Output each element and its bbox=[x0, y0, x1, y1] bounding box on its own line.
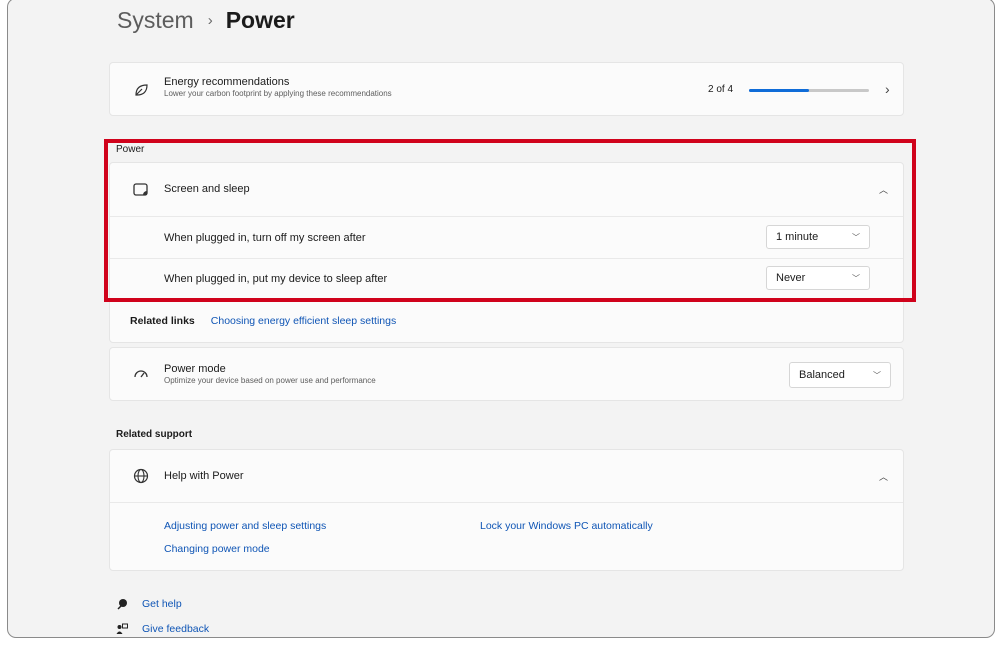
help-with-power-expander: Help with Power ︿ Adjusting power and sl… bbox=[109, 449, 904, 571]
screen-off-row: When plugged in, turn off my screen afte… bbox=[110, 217, 903, 258]
energy-progress-fill bbox=[749, 89, 809, 92]
screen-off-value: 1 minute bbox=[776, 231, 819, 243]
power-mode-card: Power mode Optimize your device based on… bbox=[109, 347, 904, 401]
page-title: System › Power bbox=[117, 7, 295, 34]
settings-window: System › Power Energy recommendations Lo… bbox=[7, 0, 995, 638]
energy-sleep-settings-link[interactable]: Choosing energy efficient sleep settings bbox=[211, 315, 396, 327]
energy-subtitle: Lower your carbon footprint by applying … bbox=[164, 89, 392, 98]
chevron-right-icon[interactable]: › bbox=[885, 81, 890, 97]
screen-off-label: When plugged in, turn off my screen afte… bbox=[164, 232, 366, 244]
related-support-label: Related support bbox=[116, 429, 193, 440]
give-feedback-link[interactable]: Give feedback bbox=[142, 623, 209, 635]
chevron-down-icon: ﹀ bbox=[852, 232, 860, 242]
globe-icon bbox=[132, 467, 150, 485]
energy-progress-bar bbox=[749, 89, 869, 92]
get-help-icon bbox=[115, 597, 129, 611]
related-links-label: Related links bbox=[130, 315, 195, 327]
give-feedback-row[interactable]: Give feedback bbox=[115, 622, 209, 636]
help-link-adjusting-power[interactable]: Adjusting power and sleep settings bbox=[164, 520, 326, 532]
chevron-down-icon: ﹀ bbox=[873, 370, 881, 380]
power-mode-subtitle: Optimize your device based on power use … bbox=[164, 376, 376, 385]
related-links-row: Related links Choosing energy efficient … bbox=[130, 315, 396, 327]
screen-sleep-expander: Screen and sleep ︿ When plugged in, turn… bbox=[109, 162, 904, 343]
chevron-down-icon: ﹀ bbox=[852, 273, 860, 283]
get-help-link[interactable]: Get help bbox=[142, 598, 182, 610]
help-title: Help with Power bbox=[164, 470, 244, 482]
get-help-row[interactable]: Get help bbox=[115, 597, 182, 611]
divider bbox=[110, 502, 903, 503]
sleep-label: When plugged in, put my device to sleep … bbox=[164, 273, 388, 285]
screen-sleep-title: Screen and sleep bbox=[164, 183, 250, 195]
sleep-row: When plugged in, put my device to sleep … bbox=[110, 259, 903, 300]
help-link-lock-pc[interactable]: Lock your Windows PC automatically bbox=[480, 520, 653, 532]
leaf-icon bbox=[132, 81, 150, 99]
power-section-label: Power bbox=[116, 144, 145, 155]
breadcrumb-system[interactable]: System bbox=[117, 7, 194, 34]
chevron-up-icon[interactable]: ︿ bbox=[879, 470, 888, 483]
screen-off-dropdown[interactable]: 1 minute ﹀ bbox=[766, 225, 870, 249]
energy-title: Energy recommendations bbox=[164, 76, 290, 88]
power-mode-icon bbox=[132, 366, 150, 384]
power-mode-value: Balanced bbox=[799, 369, 845, 381]
power-mode-dropdown[interactable]: Balanced ﹀ bbox=[789, 362, 891, 388]
energy-recommendations-card[interactable]: Energy recommendations Lower your carbon… bbox=[109, 62, 904, 116]
breadcrumb-separator: › bbox=[207, 12, 213, 29]
divider bbox=[110, 300, 903, 301]
chevron-up-icon[interactable]: ︿ bbox=[879, 183, 888, 196]
energy-progress-text: 2 of 4 bbox=[708, 84, 734, 95]
screen-sleep-icon bbox=[132, 181, 150, 199]
screen-sleep-header[interactable]: Screen and sleep ︿ bbox=[110, 163, 903, 216]
sleep-value: Never bbox=[776, 272, 806, 284]
sleep-dropdown[interactable]: Never ﹀ bbox=[766, 266, 870, 290]
breadcrumb-current: Power bbox=[225, 7, 295, 33]
help-link-changing-power-mode[interactable]: Changing power mode bbox=[164, 543, 270, 555]
feedback-icon bbox=[115, 622, 129, 636]
power-mode-title: Power mode bbox=[164, 363, 226, 375]
help-header[interactable]: Help with Power ︿ bbox=[110, 450, 903, 502]
